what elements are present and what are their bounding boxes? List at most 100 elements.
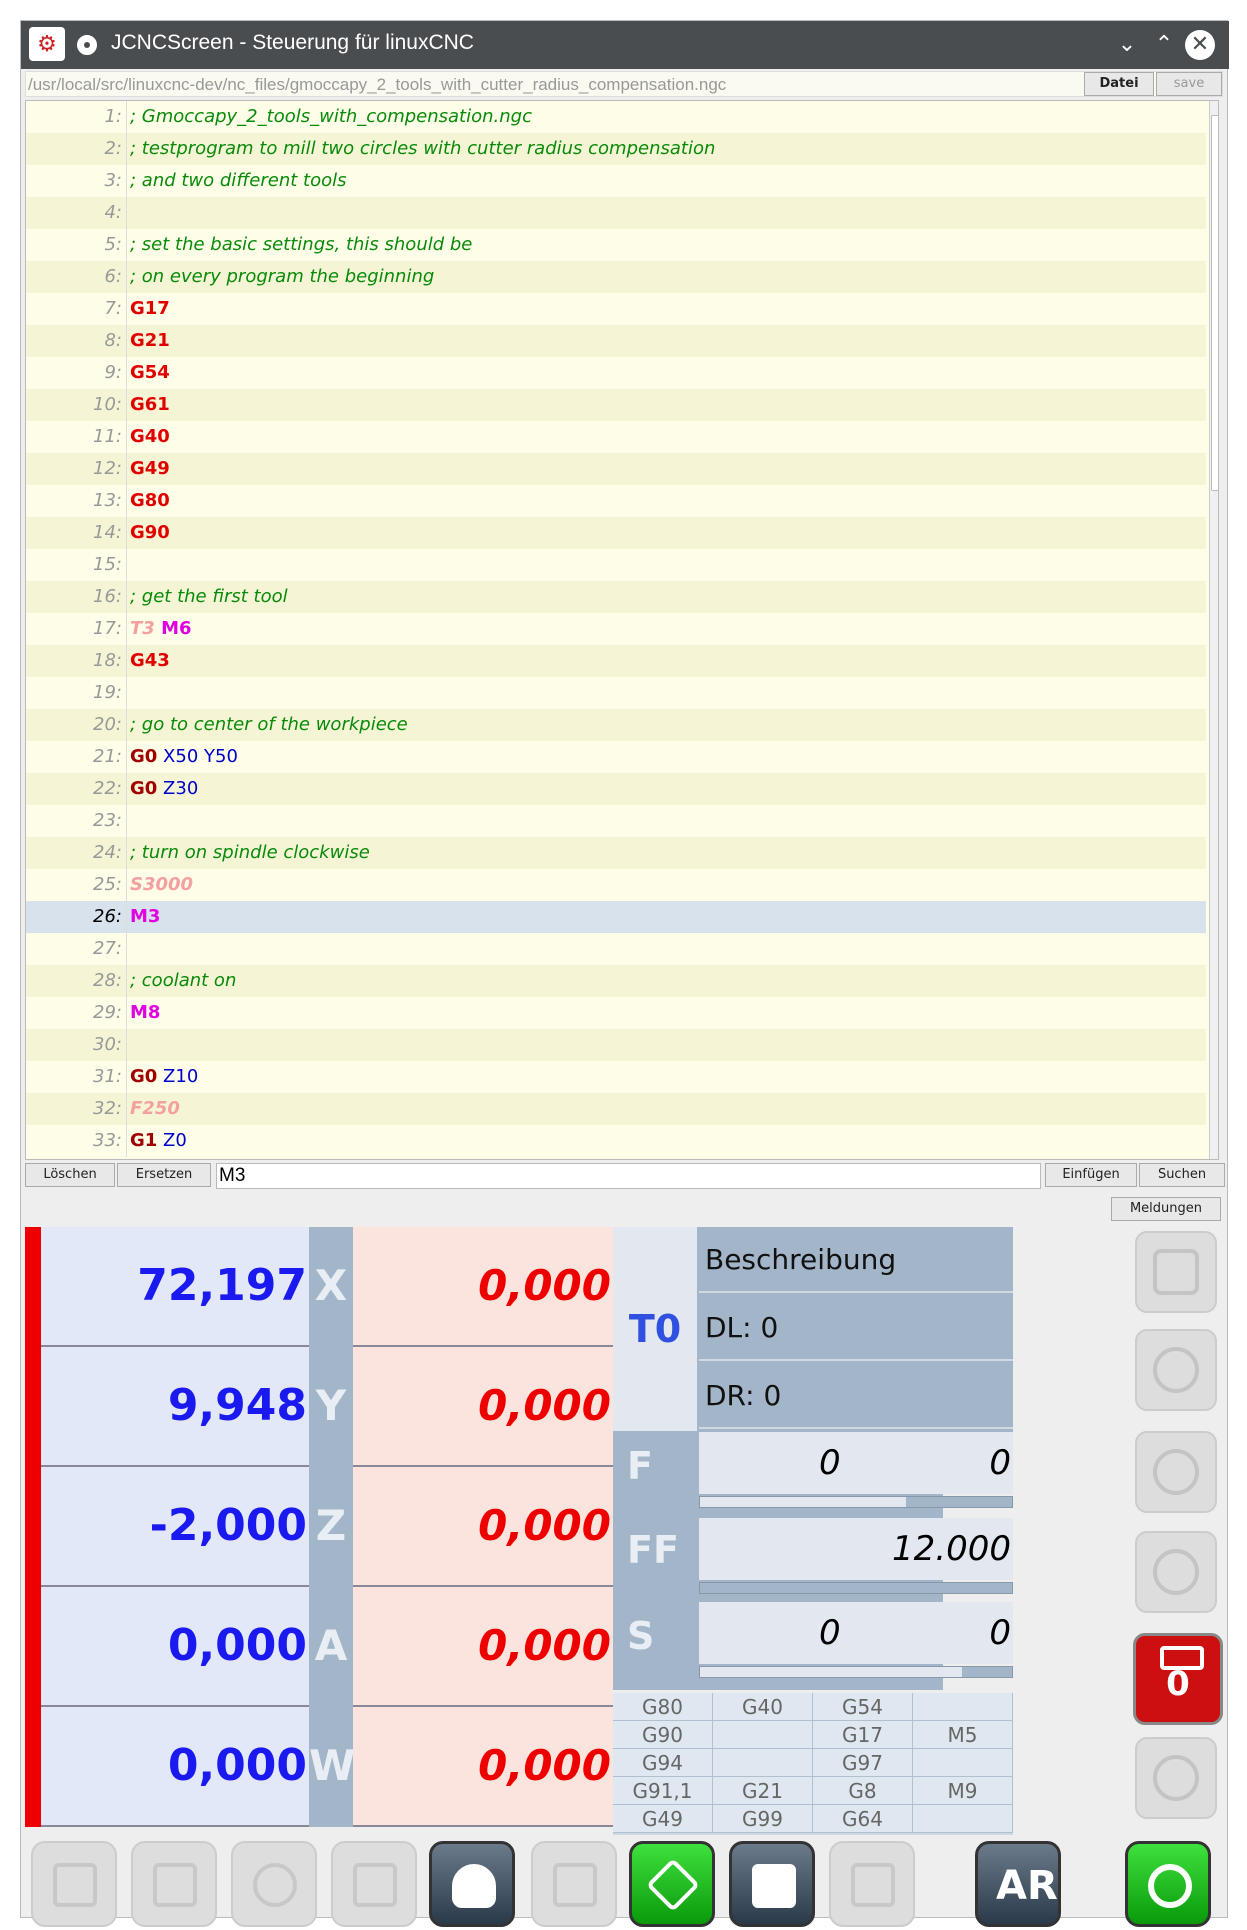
- messages-button[interactable]: Meldungen: [1111, 1197, 1221, 1221]
- editor-line[interactable]: 31: G0 Z10: [26, 1061, 1206, 1093]
- editor-line[interactable]: 13: G80: [26, 485, 1206, 517]
- line-number: 18:: [93, 650, 122, 671]
- line-code: ; turn on spindle clockwise: [130, 842, 370, 863]
- editor-line[interactable]: 23:: [26, 805, 1206, 837]
- spindle-stop-value: 0: [1166, 1664, 1190, 1704]
- coolant-mist-icon[interactable]: [1135, 1431, 1217, 1513]
- spindle-override-bar[interactable]: [699, 1666, 1013, 1678]
- document-icon[interactable]: [531, 1841, 617, 1927]
- editor-line[interactable]: 21: G0 X50 Y50: [26, 741, 1206, 773]
- editor-line[interactable]: 15:: [26, 549, 1206, 581]
- active-gcode: G17: [813, 1721, 913, 1749]
- coolant-flood-icon[interactable]: [1135, 1329, 1217, 1411]
- editor-line[interactable]: 20: ; go to center of the workpiece: [26, 709, 1206, 741]
- editor-line[interactable]: 28: ; coolant on: [26, 965, 1206, 997]
- spindle-value: 0 0: [699, 1602, 1013, 1664]
- file-button[interactable]: Datei: [1084, 72, 1154, 96]
- editor-line[interactable]: 22: G0 Z30: [26, 773, 1206, 805]
- active-gcode: G97: [813, 1749, 913, 1777]
- line-number: 6:: [104, 266, 122, 287]
- scrollbar-thumb[interactable]: [1211, 115, 1218, 491]
- insert-button[interactable]: Einfügen: [1045, 1163, 1137, 1187]
- line-code: G54: [130, 362, 170, 383]
- editor-line[interactable]: 18: G43: [26, 645, 1206, 677]
- axis-position[interactable]: 0,000: [41, 1707, 309, 1825]
- line-code: ; get the first tool: [130, 586, 288, 607]
- document-icon[interactable]: [1135, 1231, 1217, 1313]
- hand-jog-icon[interactable]: [429, 1841, 515, 1927]
- minimize-icon[interactable]: ⌄: [1111, 29, 1143, 61]
- editor-line[interactable]: 6: ; on every program the beginning: [26, 261, 1206, 293]
- axis-position[interactable]: 72,197: [41, 1227, 309, 1345]
- pin-icon[interactable]: [77, 35, 97, 55]
- active-gcode: G54: [813, 1693, 913, 1721]
- editor-line[interactable]: 24: ; turn on spindle clockwise: [26, 837, 1206, 869]
- editor-line[interactable]: 33: G1 Z0: [26, 1125, 1206, 1157]
- editor-line[interactable]: 3: ; and two different tools: [26, 165, 1206, 197]
- editor-line[interactable]: 5: ; set the basic settings, this should …: [26, 229, 1206, 261]
- spindle-ccw-icon[interactable]: [1135, 1737, 1217, 1819]
- line-number: 31:: [93, 1066, 122, 1087]
- editor-line[interactable]: 9: G54: [26, 357, 1206, 389]
- editor-line[interactable]: 27:: [26, 933, 1206, 965]
- tool-change-icon[interactable]: [829, 1841, 915, 1927]
- save-button[interactable]: save: [1156, 72, 1222, 96]
- axis-homed-indicator: [25, 1467, 41, 1587]
- editor-line[interactable]: 1: ; Gmoccapy_2_tools_with_compensation.n…: [26, 101, 1206, 133]
- maximize-icon[interactable]: ⌃: [1148, 29, 1180, 61]
- power-icon[interactable]: [1125, 1841, 1211, 1927]
- editor-line[interactable]: 19:: [26, 677, 1206, 709]
- line-code: ; coolant on: [130, 970, 237, 991]
- editor-line[interactable]: 25: S3000: [26, 869, 1206, 901]
- spindle-override-fill: [700, 1667, 963, 1677]
- line-number: 9:: [104, 362, 122, 383]
- line-number: 14:: [93, 522, 122, 543]
- step-icon[interactable]: [31, 1841, 117, 1927]
- axis-position[interactable]: 0,000: [41, 1587, 309, 1705]
- pause-icon[interactable]: [131, 1841, 217, 1927]
- active-gcode: G49: [613, 1805, 713, 1833]
- line-code: G17: [130, 298, 170, 319]
- editor-line[interactable]: 30:: [26, 1029, 1206, 1061]
- spindle-stop-button[interactable]: 0: [1133, 1633, 1223, 1725]
- editor-line[interactable]: 7: G17: [26, 293, 1206, 325]
- forward-icon[interactable]: [331, 1841, 417, 1927]
- axis-label: Y: [309, 1347, 353, 1467]
- editor-line[interactable]: 4:: [26, 197, 1206, 229]
- feed-override-bar[interactable]: [699, 1496, 1013, 1508]
- replace-button[interactable]: Ersetzen: [117, 1163, 211, 1187]
- line-number: 16:: [93, 586, 122, 607]
- editor-line[interactable]: 14: G90: [26, 517, 1206, 549]
- ar-icon[interactable]: AR: [975, 1841, 1061, 1927]
- feed-actual: 0: [819, 1443, 841, 1483]
- active-gcode: G99: [713, 1805, 813, 1833]
- edit-program-icon[interactable]: [729, 1841, 815, 1927]
- axis-position[interactable]: -2,000: [41, 1467, 309, 1585]
- editor-line[interactable]: 17: T3 M6: [26, 613, 1206, 645]
- line-code: ; on every program the beginning: [130, 266, 435, 287]
- rapid-override-bar[interactable]: [699, 1582, 1013, 1594]
- editor-scrollbar[interactable]: [1209, 101, 1218, 1159]
- editor-line[interactable]: 26: M3: [26, 901, 1206, 933]
- axis-position[interactable]: 9,948: [41, 1347, 309, 1465]
- active-gcode: [713, 1721, 813, 1749]
- editor-line[interactable]: 29: M8: [26, 997, 1206, 1029]
- spindle-cw-icon[interactable]: [1135, 1531, 1217, 1613]
- editor-line[interactable]: 32: F250: [26, 1093, 1206, 1125]
- spindle-label: S: [627, 1614, 655, 1658]
- editor-line[interactable]: 2: ; testprogram to mill two circles with…: [26, 133, 1206, 165]
- close-icon[interactable]: ✕: [1185, 30, 1215, 60]
- line-code: G21: [130, 330, 170, 351]
- editor-line[interactable]: 11: G40: [26, 421, 1206, 453]
- search-input[interactable]: M3: [216, 1163, 1041, 1189]
- search-button[interactable]: Suchen: [1139, 1163, 1225, 1187]
- run-program-icon[interactable]: [629, 1841, 715, 1927]
- editor-line[interactable]: 8: G21: [26, 325, 1206, 357]
- line-number: 13:: [93, 490, 122, 511]
- gcode-editor[interactable]: 1: ; Gmoccapy_2_tools_with_compensation.n…: [25, 100, 1219, 1160]
- record-icon[interactable]: [231, 1841, 317, 1927]
- editor-line[interactable]: 10: G61: [26, 389, 1206, 421]
- editor-line[interactable]: 16: ; get the first tool: [26, 581, 1206, 613]
- delete-button[interactable]: Löschen: [25, 1163, 115, 1187]
- editor-line[interactable]: 12: G49: [26, 453, 1206, 485]
